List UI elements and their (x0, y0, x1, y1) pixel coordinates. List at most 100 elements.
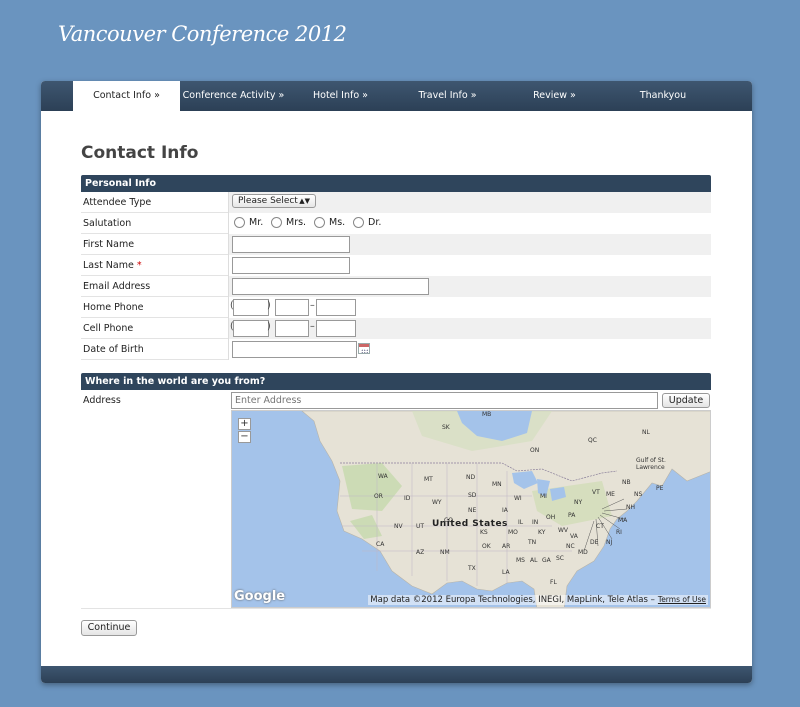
map-label-mb: MB (482, 411, 492, 418)
attendee-type-cell: Please Select ▲▼ (228, 192, 711, 213)
map-label-nm: NM (440, 549, 450, 556)
map-label-ca: CA (376, 541, 385, 548)
map-attribution: Map data ©2012 Europa Technologies, INEG… (368, 595, 708, 605)
tab-hotel-info[interactable]: Hotel Info » (287, 81, 394, 111)
radio-circle-icon (271, 217, 282, 228)
google-logo[interactable]: Google (234, 589, 285, 604)
tab-review[interactable]: Review » (501, 81, 608, 111)
map-label-ky: KY (538, 529, 546, 536)
map-label-qc: QC (588, 437, 597, 444)
home-phone-prefix-input[interactable] (275, 299, 309, 316)
map-country-label: United States (432, 519, 508, 529)
map-label-ia: IA (502, 507, 508, 514)
map-label-wy: WY (432, 499, 442, 506)
map-label-ut: UT (416, 523, 425, 530)
map-label-mo: MO (508, 529, 518, 536)
email-cell (228, 276, 711, 297)
salutation-ms-radio[interactable]: Ms. (314, 217, 345, 229)
map-label-fl: FL (550, 579, 557, 586)
salutation-mrs-radio[interactable]: Mrs. (271, 217, 306, 229)
first-name-row: First Name (81, 234, 711, 255)
address-input[interactable] (231, 392, 658, 409)
zoom-in-button[interactable]: + (238, 418, 251, 430)
radio-circle-icon (234, 217, 245, 228)
map-label-vt: VT (592, 489, 600, 496)
map-label-sc: SC (556, 555, 564, 562)
home-phone-dash: – (310, 300, 315, 311)
dob-input[interactable] (232, 341, 357, 358)
map-label-nl: NL (642, 429, 650, 436)
cell-phone-row: Cell Phone ( ) – (81, 318, 711, 339)
map-label-wv: WV (558, 527, 569, 534)
map-label-nv: NV (394, 523, 403, 530)
home-phone-cell: ( ) – (228, 297, 711, 318)
last-name-input[interactable] (232, 257, 350, 274)
map-label-mn: MN (492, 481, 502, 488)
tab-travel-info[interactable]: Travel Info » (394, 81, 501, 111)
salutation-dr-radio[interactable]: Dr. (353, 217, 381, 229)
personal-info-header: Personal Info (81, 175, 711, 192)
map-credit-text: Map data ©2012 Europa Technologies, INEG… (370, 595, 655, 605)
attendee-type-label: Attendee Type (83, 197, 152, 208)
email-input[interactable] (232, 278, 429, 295)
map-label-pa: PA (568, 512, 576, 519)
map-label-mt: MT (424, 476, 433, 483)
attendee-type-value: Please Select (238, 196, 298, 206)
tab-thankyou[interactable]: Thankyou (608, 81, 718, 111)
map-label-in: IN (532, 519, 539, 526)
map-label-nd: ND (466, 474, 476, 481)
location-header: Where in the world are you from? (81, 373, 711, 390)
dob-label: Date of Birth (83, 344, 144, 355)
map-label-va: VA (570, 533, 578, 540)
home-phone-label: Home Phone (83, 302, 144, 313)
first-name-input[interactable] (232, 236, 350, 253)
cell-phone-area-input[interactable] (233, 320, 269, 337)
map-label-or: OR (374, 493, 383, 500)
map-label-gulf-st-lawrence: Gulf of St. Lawrence (636, 457, 666, 471)
cell-phone-prefix-input[interactable] (275, 320, 309, 337)
cell-phone-line-input[interactable] (316, 320, 356, 337)
radio-circle-icon (314, 217, 325, 228)
location-map[interactable]: + − MB SK ON QC NL WA MT ND MN OR ID WY … (231, 410, 711, 608)
home-phone-paren-close: ) (267, 300, 271, 311)
email-label: Email Address (83, 281, 151, 292)
map-label-il: IL (518, 519, 524, 526)
wizard-nav: Contact Info » Conference Activity » Hot… (41, 81, 752, 111)
map-label-de: DE (590, 539, 599, 546)
page-title: Contact Info (81, 143, 199, 163)
last-name-label: Last Name * (83, 260, 142, 271)
salutation-label: Salutation (83, 218, 132, 229)
first-name-label: First Name (83, 239, 135, 250)
map-label-pe: PE (656, 485, 664, 492)
calendar-icon[interactable] (358, 343, 370, 354)
tab-conference-activity[interactable]: Conference Activity » (180, 81, 287, 111)
map-label-ks: KS (480, 529, 488, 536)
home-phone-line-input[interactable] (316, 299, 356, 316)
terms-of-use-link[interactable]: Terms of Use (658, 595, 706, 604)
map-label-id: ID (404, 495, 411, 502)
home-phone-area-input[interactable] (233, 299, 269, 316)
map-label-me: ME (606, 491, 615, 498)
continue-button[interactable]: Continue (81, 620, 137, 636)
salutation-row: Salutation Mr. Mrs. Ms. Dr. (81, 213, 711, 234)
map-label-on: ON (530, 447, 540, 454)
footer-bar (41, 666, 752, 683)
address-label: Address (83, 395, 121, 406)
last-name-cell (228, 255, 711, 276)
map-label-tn: TN (528, 539, 537, 546)
last-name-row: Last Name * (81, 255, 711, 276)
map-label-ok: OK (482, 543, 491, 550)
map-label-tx: TX (468, 565, 476, 572)
salutation-cell: Mr. Mrs. Ms. Dr. (228, 213, 711, 234)
map-label-sd: SD (468, 492, 477, 499)
tab-contact-info[interactable]: Contact Info » (73, 81, 180, 111)
zoom-out-button[interactable]: − (238, 431, 251, 443)
update-button[interactable]: Update (662, 393, 710, 408)
salutation-mr-radio[interactable]: Mr. (234, 217, 263, 229)
cell-phone-paren-close: ) (267, 321, 271, 332)
attendee-type-select[interactable]: Please Select ▲▼ (232, 194, 316, 208)
map-label-ms: MS (516, 557, 525, 564)
map-label-ny: NY (574, 499, 583, 506)
site-title: Vancouver Conference 2012 (58, 22, 347, 46)
map-label-nh: NH (626, 504, 635, 511)
